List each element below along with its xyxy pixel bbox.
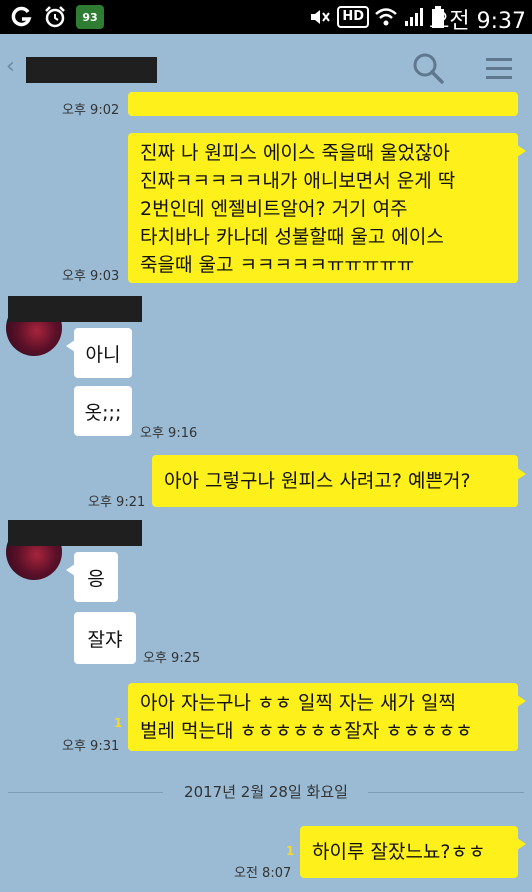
my-message-bubble[interactable]: 아아 그렇구나 원피스 사려고? 예쁜거? xyxy=(152,455,518,507)
their-message-bubble[interactable]: 응 xyxy=(74,552,118,602)
bubble-tail xyxy=(517,468,526,480)
status-time: 오전 9:37 xyxy=(429,9,526,34)
my-message-bubble[interactable] xyxy=(128,92,518,116)
unread-count: 1 xyxy=(114,716,123,730)
bubble-tail xyxy=(66,564,75,576)
back-arrow-icon[interactable]: ‹ xyxy=(6,54,15,79)
badge-icon: 93 xyxy=(76,5,104,29)
search-icon xyxy=(413,53,444,84)
alarm-icon xyxy=(42,4,68,30)
divider xyxy=(368,792,524,793)
message-text-line: 타치바나 카나데 성불할때 울고 에이스 xyxy=(140,226,444,248)
message-text: 잘쟈 xyxy=(87,628,123,651)
message-text-line: 아아 자는구나 ㅎㅎ 일찍 자는 새가 일찍 xyxy=(140,692,456,714)
message-time: 오후 9:16 xyxy=(140,426,198,441)
message-time: 오전 8:07 xyxy=(234,866,292,881)
message-text-line: 벌레 먹는대 ㅎㅎㅎㅎㅎㅎ잘자 ㅎㅎㅎㅎㅎ xyxy=(140,720,473,742)
message-text-line: 진짜 나 원피스 에이스 죽을때 울었잖아 xyxy=(140,142,450,164)
sender-name-redacted xyxy=(8,520,142,546)
bubble-tail xyxy=(517,838,526,850)
message-time: 오후 9:21 xyxy=(88,495,146,510)
bubble-tail xyxy=(517,145,526,157)
bubble-tail xyxy=(66,340,75,352)
message-text: 하이루 잘잤느뇨?ㅎㅎ xyxy=(312,841,486,863)
message-text-line: 죽을때 울고 ㅋㅋㅋㅋㅋㅠㅠㅠㅠㅠ xyxy=(140,254,415,276)
their-message-bubble[interactable]: 아니 xyxy=(74,328,132,378)
status-bar: 93 HD 오전 9:37 xyxy=(0,0,532,34)
message-text-line: 진짜ㅋㅋㅋㅋㅋ내가 애니보면서 운게 딱 xyxy=(140,170,456,192)
message-time: 오후 9:31 xyxy=(62,739,120,754)
message-time: 오후 9:02 xyxy=(62,103,120,118)
menu-icon xyxy=(486,58,512,79)
message-time: 오후 9:25 xyxy=(143,651,201,666)
bubble-tail xyxy=(517,695,526,707)
menu-button[interactable] xyxy=(484,52,514,84)
my-message-bubble[interactable]: 아아 자는구나 ㅎㅎ 일찍 자는 새가 일찍 벌레 먹는대 ㅎㅎㅎㅎㅎㅎ잘자 ㅎ… xyxy=(128,683,518,751)
their-message-bubble[interactable]: 잘쟈 xyxy=(74,612,136,664)
hd-icon: HD xyxy=(337,6,369,28)
sender-name-redacted xyxy=(8,296,142,322)
their-message-bubble[interactable]: 옷;;; xyxy=(74,386,132,436)
message-text: 아니 xyxy=(85,343,121,366)
search-button[interactable] xyxy=(410,50,446,86)
my-message-bubble[interactable]: 하이루 잘잤느뇨?ㅎㅎ xyxy=(300,826,518,878)
system-icons: HD xyxy=(308,5,446,29)
message-text: 응 xyxy=(87,567,105,590)
chat-title-redacted xyxy=(26,57,157,83)
message-text: 아아 그렇구나 원피스 사려고? 예쁜거? xyxy=(164,470,471,492)
wifi-icon xyxy=(375,8,397,26)
message-text-line: 2번인데 엔젤비트알어? 거기 여주 xyxy=(140,198,408,220)
mute-icon xyxy=(311,10,331,24)
my-message-bubble[interactable]: 진짜 나 원피스 에이스 죽을때 울었잖아 진짜ㅋㅋㅋㅋㅋ내가 애니보면서 운게… xyxy=(128,133,518,283)
unread-count: 1 xyxy=(286,844,295,858)
signal-icon xyxy=(405,8,423,26)
message-text: 옷;;; xyxy=(84,401,122,424)
notification-icons: 93 xyxy=(8,4,104,30)
date-separator: 2017년 2월 28일 화요일 xyxy=(0,778,532,806)
g-icon xyxy=(8,4,34,30)
message-time: 오후 9:03 xyxy=(62,269,120,284)
